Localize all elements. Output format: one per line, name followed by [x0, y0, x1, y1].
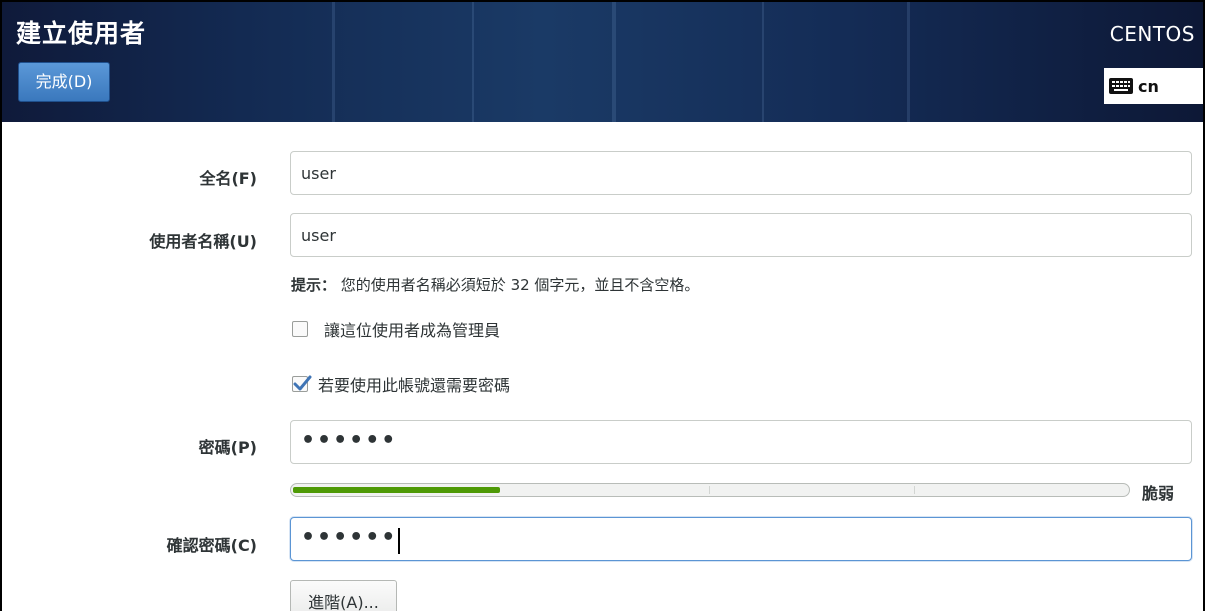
username-value: user: [301, 226, 336, 245]
text-caret: [398, 527, 401, 554]
keyboard-icon: [1108, 75, 1134, 97]
hint-text: 您的使用者名稱必須短於 32 個字元，並且不含空格。: [340, 276, 700, 294]
require-password-checkbox[interactable]: [292, 375, 312, 392]
fullname-value: user: [301, 164, 336, 183]
password-masked-value: ••••••: [301, 428, 398, 453]
page-title: 建立使用者: [16, 19, 147, 48]
password-strength-bar: [290, 483, 1130, 497]
fullname-label: 全名(F): [199, 169, 257, 188]
password-strength-label: 脆弱: [1142, 484, 1175, 503]
require-password-row[interactable]: 若要使用此帳號還需要密碼: [292, 373, 510, 395]
username-field[interactable]: user: [290, 213, 1192, 257]
admin-checkbox-row[interactable]: 讓這位使用者成為管理員: [292, 318, 500, 340]
admin-checkbox-label: 讓這位使用者成為管理員: [324, 321, 501, 340]
confirm-password-label: 確認密碼(C): [166, 536, 257, 555]
confirm-password-field[interactable]: ••••••: [290, 517, 1192, 561]
confirm-masked-value: ••••••: [301, 525, 398, 550]
advanced-button[interactable]: 進階(A)...: [290, 580, 397, 611]
hint-prefix: 提示：: [291, 276, 337, 294]
brand-label: CENTOS: [1109, 22, 1195, 46]
require-password-label: 若要使用此帳號還需要密碼: [318, 376, 511, 395]
header-bar: 建立使用者 完成(D) CENTOS cn: [2, 2, 1203, 122]
keyboard-layout-label: cn: [1138, 76, 1159, 96]
username-hint: 提示： 您的使用者名稱必須短於 32 個字元，並且不含空格。: [291, 274, 699, 295]
done-button[interactable]: 完成(D): [18, 62, 110, 102]
password-label: 密碼(P): [198, 438, 257, 457]
fullname-field[interactable]: user: [290, 151, 1192, 195]
checkmark-icon: [293, 375, 312, 391]
password-strength-fill: [293, 487, 500, 493]
username-label: 使用者名稱(U): [149, 232, 257, 251]
keyboard-layout-indicator[interactable]: cn: [1104, 68, 1203, 104]
admin-checkbox[interactable]: [292, 321, 308, 337]
create-user-window: 建立使用者 完成(D) CENTOS cn 全名(F) user 使用者名稱(U…: [0, 0, 1205, 611]
password-field[interactable]: ••••••: [290, 420, 1192, 464]
